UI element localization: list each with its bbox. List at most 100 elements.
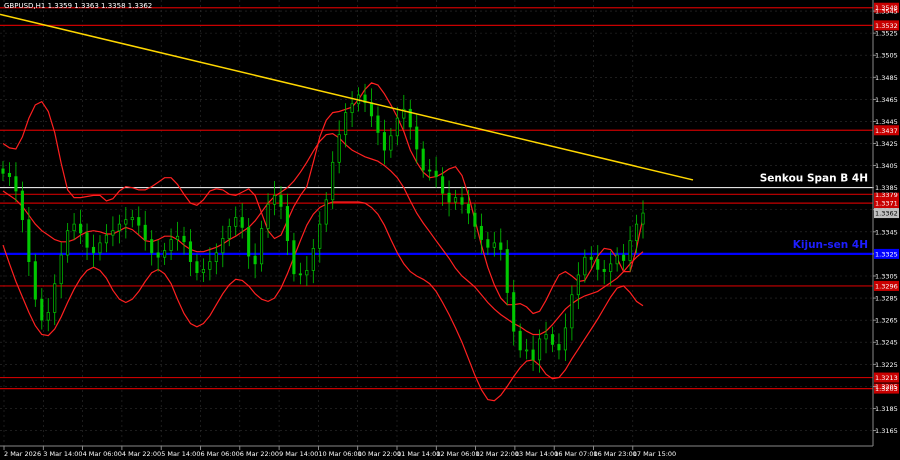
candle-body — [428, 169, 432, 172]
candle-body — [311, 248, 315, 271]
candle-body — [518, 330, 522, 351]
candle-body — [266, 203, 270, 229]
chart-ohlc: 1.3359 1.3363 1.3358 1.3362 — [47, 2, 153, 10]
candle-body — [460, 197, 464, 205]
candle-body — [466, 203, 471, 214]
candle-body — [214, 252, 218, 262]
candle-body — [512, 292, 516, 332]
candle-body — [589, 256, 593, 260]
candle-body — [247, 227, 251, 257]
candle-body — [486, 239, 490, 248]
candle-body — [98, 242, 102, 254]
y-tick-label: 1.3225 — [875, 361, 898, 369]
candle-body — [615, 254, 619, 265]
x-tick-label: 12 Mar 22:00 — [476, 450, 519, 458]
candle-body — [33, 261, 37, 300]
candle-body — [563, 327, 567, 351]
candle-body — [376, 115, 380, 133]
candle-body — [188, 241, 193, 262]
candle-body — [479, 225, 483, 240]
chart-symbol: GBPUSD,H1 — [4, 2, 46, 10]
candle-body — [104, 234, 108, 244]
y-tick-label: 1.3445 — [875, 118, 898, 126]
candle-body — [557, 344, 561, 351]
x-tick-label: 10 Mar 06:00 — [318, 450, 361, 458]
candle-body — [421, 148, 425, 171]
candle-body — [150, 239, 154, 254]
candle-body — [40, 298, 44, 321]
level-tag-label: 1.3213 — [875, 374, 898, 382]
candle-body — [72, 223, 76, 232]
candle-body — [272, 195, 277, 205]
candle-body — [596, 259, 600, 270]
candle-body — [415, 126, 419, 150]
candle-body — [14, 176, 18, 192]
candle-body — [130, 217, 134, 221]
candle-body — [175, 235, 180, 240]
x-tick-label: 6 Mar 06:00 — [201, 450, 240, 458]
y-tick-label: 1.3205 — [875, 383, 898, 391]
candle-body — [453, 197, 458, 203]
price-tag-label: 1.3385 — [875, 184, 898, 192]
candle-body — [331, 161, 335, 201]
candle-body — [570, 294, 574, 329]
candle-body — [350, 103, 354, 113]
candle-body — [91, 246, 96, 254]
y-tick-label: 1.3285 — [875, 295, 898, 303]
candle-body — [156, 252, 160, 258]
candle-body — [169, 239, 173, 251]
x-tick-label: 2 Mar 2026 — [4, 450, 41, 458]
kijun-label: Kijun-sen 4H — [793, 239, 868, 251]
x-tick-label: 16 Mar 23:00 — [594, 450, 637, 458]
candle-body — [285, 206, 289, 242]
candle-body — [143, 224, 147, 240]
candle-body — [473, 212, 477, 227]
price-chart[interactable]: 1.35481.35321.34371.33791.33711.32961.32… — [0, 0, 900, 460]
y-tick-label: 1.3245 — [875, 339, 898, 347]
candle-body — [441, 176, 445, 194]
candle-body — [344, 112, 348, 136]
candle-body — [201, 269, 205, 274]
candle-body — [292, 240, 296, 275]
y-tick-label: 1.3185 — [875, 405, 898, 413]
y-tick-label: 1.3525 — [875, 30, 898, 38]
candle-body — [531, 349, 535, 361]
x-tick-label: 11 Mar 14:00 — [397, 450, 440, 458]
y-tick-label: 1.3405 — [875, 162, 898, 170]
candle-body — [609, 263, 613, 272]
x-tick-label: 4 Mar 22:00 — [122, 450, 161, 458]
y-tick-label: 1.3305 — [875, 272, 898, 280]
candle-body — [195, 261, 199, 274]
candle-body — [544, 334, 548, 340]
candle-body — [369, 102, 374, 117]
candle-body — [499, 242, 503, 250]
candle-body — [434, 170, 438, 177]
candle-body — [85, 232, 89, 248]
x-tick-label: 13 Mar 14:00 — [515, 450, 558, 458]
x-tick-label: 10 Mar 22:00 — [358, 450, 401, 458]
candle-body — [124, 219, 128, 225]
candle-body — [79, 223, 83, 234]
candle-body — [492, 242, 496, 248]
candle-body — [628, 240, 632, 261]
candle-body — [583, 256, 587, 276]
y-tick-label: 1.3265 — [875, 317, 898, 325]
chart-header: GBPUSD,H1 1.3359 1.3363 1.3358 1.3362 — [4, 2, 152, 10]
candle-body — [505, 249, 509, 293]
x-tick-label: 5 Mar 14:00 — [161, 450, 200, 458]
candle-body — [117, 223, 121, 232]
candle-body — [7, 172, 12, 177]
x-tick-label: 16 Mar 07:00 — [554, 450, 597, 458]
candle-body — [447, 192, 451, 203]
candle-body — [550, 334, 555, 345]
candle-body — [634, 223, 639, 242]
candle-body — [382, 132, 386, 151]
candle-body — [576, 274, 580, 296]
level-tag-label: 1.3296 — [875, 282, 898, 290]
candle-body — [622, 254, 626, 261]
candle-body — [1, 168, 5, 174]
candle-body — [221, 238, 225, 254]
candle-body — [298, 273, 302, 276]
candle-body — [318, 223, 322, 249]
candle-body — [279, 195, 283, 207]
